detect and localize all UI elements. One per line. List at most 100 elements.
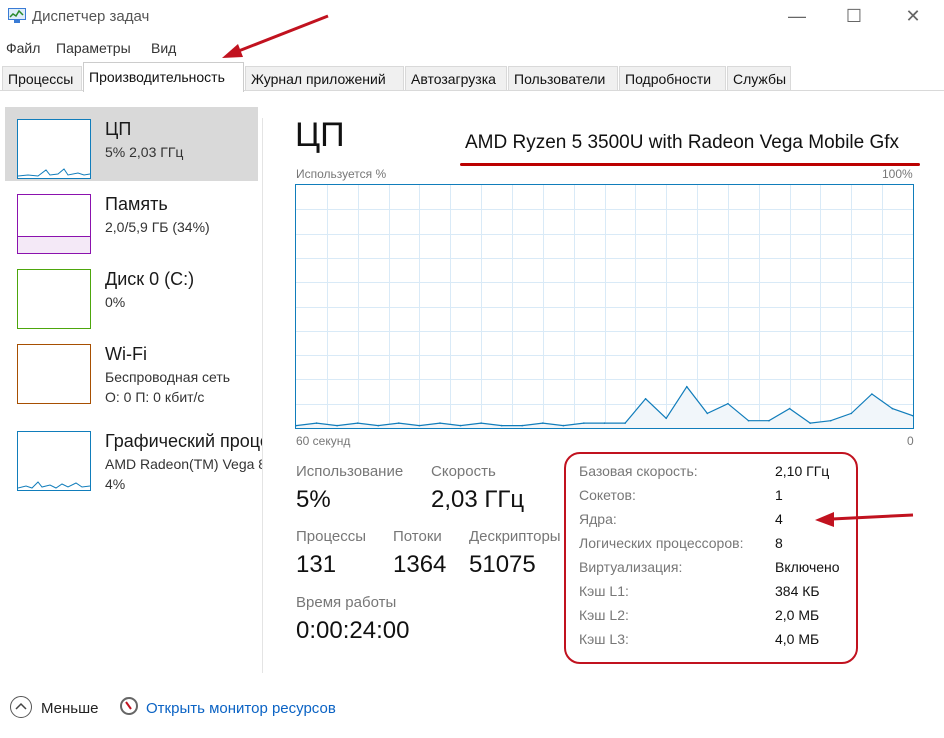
- cpu-thumbnail-graph: [17, 119, 91, 179]
- threads-value: 1364: [393, 551, 447, 578]
- window-title: Диспетчер задач: [32, 8, 150, 25]
- sidebar-item-usage: 4%: [105, 476, 126, 492]
- minimize-button[interactable]: —: [774, 0, 820, 32]
- speed-value: 2,03 ГГц: [431, 486, 525, 513]
- spec-l1-value: 384 КБ: [775, 583, 820, 599]
- maximize-button[interactable]: ☐: [831, 0, 877, 32]
- sidebar-item-gpu[interactable]: Графический процессор 0 AMD Radeon(TM) V…: [5, 419, 262, 493]
- cpu-usage-point: [706, 412, 709, 415]
- memory-thumbnail-graph: [17, 194, 91, 254]
- speed-label: Скорость: [431, 463, 496, 480]
- sidebar-item-title: ЦП: [105, 119, 132, 139]
- spec-base-speed-label: Базовая скорость:: [579, 463, 698, 479]
- cpu-usage-point: [521, 424, 523, 427]
- spec-logical-label: Логических процессоров:: [579, 535, 744, 551]
- resource-monitor-icon: [120, 697, 138, 715]
- spec-l1-label: Кэш L1:: [579, 583, 629, 599]
- cpu-usage-point: [480, 422, 482, 424]
- spec-cores-value: 4: [775, 511, 783, 527]
- sidebar-item-detail: AMD Radeon(TM) Vega 8 Graphics: [105, 456, 262, 472]
- cpu-usage-point: [500, 424, 503, 427]
- cpu-usage-point: [315, 422, 318, 424]
- sidebar-item-detail: 0%: [105, 294, 126, 310]
- sidebar-item-throughput: О: 0 П: 0 кбит/с: [105, 389, 205, 405]
- sidebar-item-detail: Беспроводная сеть: [105, 369, 231, 385]
- tab-processes[interactable]: Процессы: [2, 66, 82, 90]
- tab-details[interactable]: Подробности: [619, 66, 726, 90]
- spec-virtualization-value: Включено: [775, 559, 840, 575]
- wifi-thumbnail-graph: [17, 344, 91, 404]
- cpu-usage-point: [665, 417, 667, 420]
- graph-y-label: Используется %: [296, 167, 387, 181]
- graph-max-label: 100%: [882, 167, 913, 181]
- cpu-usage-point: [542, 422, 544, 424]
- cpu-usage-point: [891, 407, 894, 410]
- spec-sockets-label: Сокетов:: [579, 487, 636, 503]
- cpu-usage-point: [356, 422, 359, 424]
- tab-app-history[interactable]: Журнал приложений: [245, 66, 404, 90]
- close-icon: ✕: [905, 5, 921, 26]
- cpu-usage-point: [809, 422, 811, 424]
- cpu-usage-point: [603, 422, 606, 424]
- sidebar-item-detail: 5% 2,03 ГГц: [105, 144, 184, 160]
- sidebar-item-title: Диск 0 (C:): [105, 269, 195, 289]
- cpu-model-name: AMD Ryzen 5 3500U with Radeon Vega Mobil…: [465, 132, 900, 153]
- close-button[interactable]: ✕: [890, 0, 936, 32]
- menu-options[interactable]: Параметры: [56, 40, 131, 56]
- cpu-usage-point: [583, 422, 585, 424]
- open-resource-monitor-link[interactable]: Открыть монитор ресурсов: [146, 700, 336, 717]
- menu-file[interactable]: Файл: [6, 40, 40, 56]
- spec-l2-value: 2,0 МБ: [775, 607, 820, 623]
- usage-value: 5%: [296, 486, 331, 513]
- spec-l3-label: Кэш L3:: [579, 631, 629, 647]
- processes-value: 131: [296, 551, 337, 578]
- uptime-value: 0:00:24:00: [296, 617, 410, 644]
- fewer-details-button[interactable]: Меньше: [41, 700, 98, 717]
- cpu-usage-point: [439, 422, 441, 424]
- sidebar-item-title: Память: [105, 194, 168, 214]
- cpu-usage-point: [747, 419, 750, 422]
- sidebar-item-cpu[interactable]: ЦП 5% 2,03 ГГц: [5, 107, 258, 181]
- usage-label: Использование: [296, 463, 404, 480]
- gpu-thumbnail-graph: [17, 431, 91, 491]
- disk-thumbnail-graph: [17, 269, 91, 329]
- handles-label: Дескрипторы: [469, 528, 561, 545]
- processes-label: Процессы: [296, 528, 367, 545]
- tab-startup[interactable]: Автозагрузка: [405, 66, 507, 90]
- sidebar: ЦП 5% 2,03 ГГц Память 2,0/5,9 ГБ (34%) Д…: [0, 106, 262, 566]
- cpu-usage-graph: [295, 184, 914, 429]
- tab-services[interactable]: Службы: [727, 66, 791, 90]
- spec-l2-label: Кэш L2:: [579, 607, 629, 623]
- spec-base-speed-value: 2,10 ГГц: [775, 463, 830, 479]
- spec-cores-label: Ядра:: [579, 511, 617, 527]
- cpu-usage-point: [871, 393, 873, 395]
- cpu-usage-point: [788, 407, 791, 410]
- threads-label: Потоки: [393, 528, 442, 545]
- menu-view[interactable]: Вид: [151, 40, 176, 56]
- sidebar-item-title: Графический процессор 0: [105, 431, 262, 451]
- sidebar-item-detail: 2,0/5,9 ГБ (34%): [105, 219, 210, 235]
- graph-x-label: 60 секунд: [296, 434, 351, 448]
- maximize-icon: ☐: [845, 5, 863, 26]
- sidebar-item-memory[interactable]: Память 2,0/5,9 ГБ (34%): [5, 182, 258, 256]
- chevron-up-icon[interactable]: [10, 696, 32, 718]
- task-manager-icon: [8, 8, 26, 24]
- tab-performance[interactable]: Производительность: [83, 62, 244, 92]
- sidebar-item-wifi[interactable]: Wi-Fi Беспроводная сеть О: 0 П: 0 кбит/с: [5, 332, 258, 406]
- cpu-usage-point: [336, 424, 338, 427]
- sidebar-item-title: Wi-Fi: [105, 344, 147, 364]
- cpu-usage-point: [377, 424, 380, 427]
- cpu-usage-point: [727, 402, 729, 405]
- annotation-underline: [460, 163, 920, 166]
- minimize-icon: —: [788, 5, 806, 26]
- cpu-usage-point: [686, 385, 688, 388]
- graph-x-end-label: 0: [907, 434, 914, 448]
- page-title: ЦП: [295, 116, 345, 154]
- uptime-label: Время работы: [296, 594, 397, 611]
- spec-sockets-value: 1: [775, 487, 783, 503]
- cpu-usage-point: [562, 424, 565, 427]
- tab-users[interactable]: Пользователи: [508, 66, 618, 90]
- cpu-usage-point: [644, 398, 647, 400]
- sidebar-item-disk[interactable]: Диск 0 (C:) 0%: [5, 257, 258, 331]
- cpu-usage-point: [850, 412, 853, 415]
